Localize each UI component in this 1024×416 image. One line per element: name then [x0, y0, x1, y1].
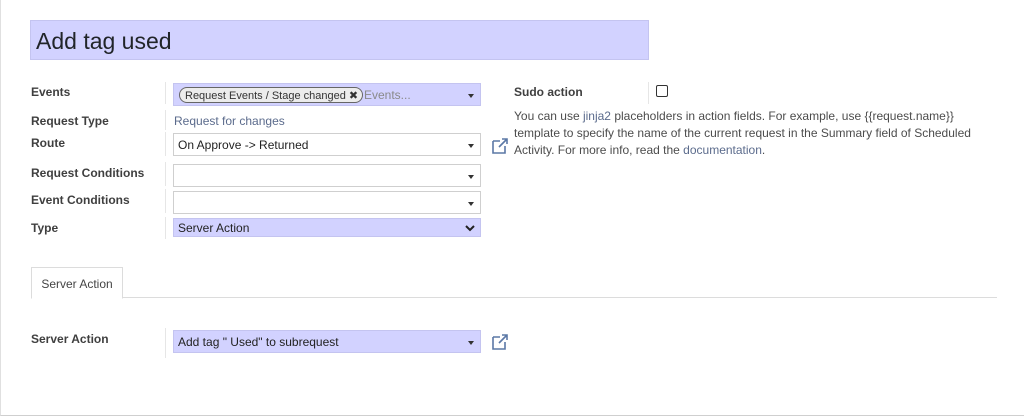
caret-down-icon[interactable]: [468, 94, 474, 98]
jinja2-link[interactable]: jinja2: [583, 109, 611, 123]
title-text: Add tag used: [36, 28, 172, 54]
label-divider: [165, 132, 166, 156]
caret-down-icon[interactable]: [468, 341, 474, 345]
tag-remove-icon[interactable]: ✖: [349, 90, 358, 102]
sudo-action-checkbox[interactable]: [656, 85, 668, 97]
route-select[interactable]: On Approve -> Returned: [173, 133, 481, 156]
server-action-label: Server Action: [31, 332, 109, 346]
server-action-select[interactable]: Add tag " Used" to subrequest: [173, 330, 481, 353]
label-divider: [165, 162, 166, 186]
type-value: Server Action: [178, 221, 250, 235]
events-input-placeholder[interactable]: Events...: [364, 88, 411, 102]
request-type-link[interactable]: Request for changes: [174, 114, 285, 128]
server-action-value: Add tag " Used" to subrequest: [178, 335, 339, 349]
event-conditions-field[interactable]: [173, 191, 481, 214]
type-select[interactable]: Server Action: [173, 218, 481, 237]
documentation-link[interactable]: documentation: [683, 143, 762, 157]
external-link-icon[interactable]: [491, 333, 509, 351]
label-divider: [165, 110, 166, 130]
label-divider: [648, 82, 649, 104]
route-value: On Approve -> Returned: [178, 138, 309, 152]
label-divider: [165, 189, 166, 213]
event-tag: Request Events / Stage changed ✖: [179, 87, 364, 103]
events-label: Events: [31, 85, 71, 99]
request-type-label: Request Type: [31, 114, 109, 128]
form-sheet: Add tag used Events Request Events / Sta…: [0, 0, 1024, 416]
label-divider: [165, 217, 166, 239]
help-text-part: .: [761, 143, 766, 157]
events-field[interactable]: Request Events / Stage changed ✖ Events..…: [173, 83, 481, 106]
caret-down-icon[interactable]: [468, 175, 474, 179]
route-label: Route: [31, 136, 65, 150]
label-divider: [165, 328, 166, 358]
request-conditions-field[interactable]: [173, 164, 481, 187]
type-label: Type: [31, 221, 59, 235]
title-field[interactable]: Add tag used: [30, 20, 649, 60]
request-conditions-label: Request Conditions: [31, 166, 145, 180]
tab-bar-border: [31, 297, 997, 298]
external-link-icon[interactable]: [491, 137, 509, 155]
label-divider: [165, 82, 166, 104]
caret-down-icon[interactable]: [468, 202, 474, 206]
chevron-down-icon[interactable]: [465, 222, 475, 234]
sudo-help-text: You can use jinja2 placeholders in actio…: [514, 108, 999, 159]
help-text-part: You can use: [514, 109, 583, 123]
sudo-action-label: Sudo action: [514, 85, 583, 99]
event-conditions-label: Event Conditions: [31, 193, 130, 207]
caret-down-icon[interactable]: [468, 144, 474, 148]
tab-server-action[interactable]: Server Action: [31, 267, 123, 299]
event-tag-label: Request Events / Stage changed: [185, 90, 346, 102]
